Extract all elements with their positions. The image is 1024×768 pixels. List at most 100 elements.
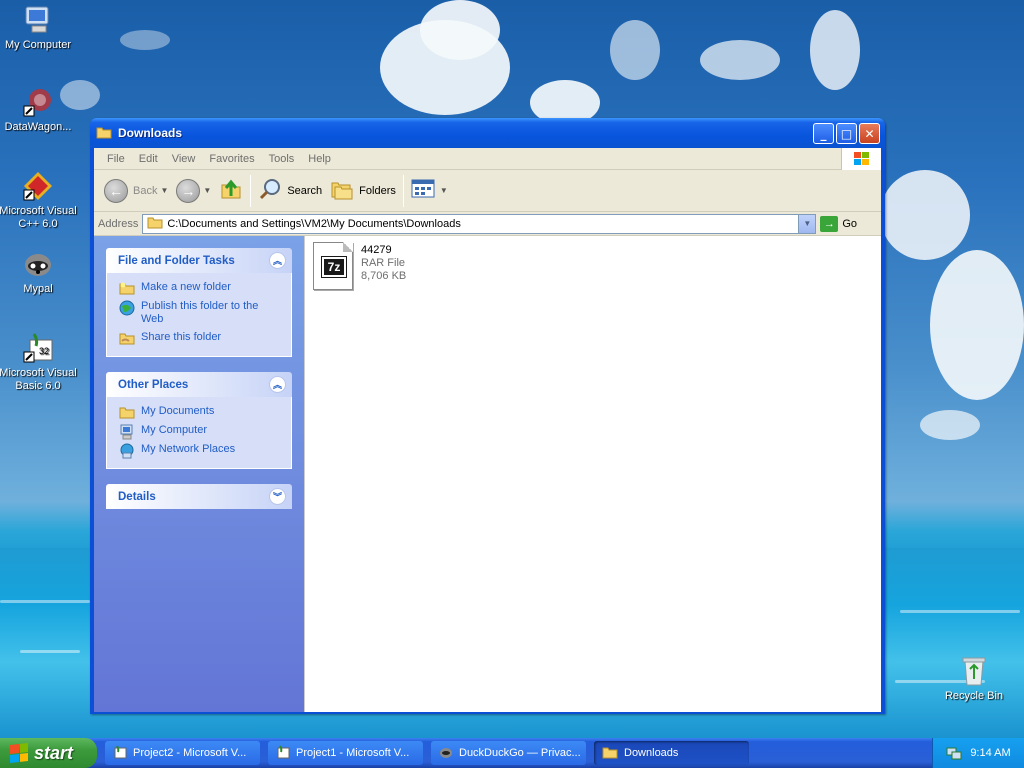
visual-basic-icon: 32: [22, 332, 54, 364]
new-folder-icon: [119, 281, 135, 295]
menu-edit[interactable]: Edit: [132, 153, 165, 165]
file-type: RAR File: [361, 257, 406, 269]
go-button[interactable]: → Go: [820, 215, 877, 232]
close-icon: ✕: [864, 126, 875, 141]
toolbar-divider: [250, 174, 252, 207]
place-my-network-places[interactable]: My Network Places: [119, 443, 281, 459]
views-icon: [411, 179, 437, 202]
menu-view[interactable]: View: [165, 153, 203, 165]
menu-favorites[interactable]: Favorites: [202, 153, 261, 165]
desktop-icon-mypal[interactable]: Mypal: [0, 248, 78, 296]
svg-text:32: 32: [39, 346, 49, 356]
other-places-panel: Other Places ︽ My Documents My Computer …: [106, 372, 292, 469]
folder-icon: [96, 125, 112, 142]
globe-icon: [119, 300, 135, 316]
task-share-folder[interactable]: Share this folder: [119, 331, 281, 345]
my-computer-icon: [22, 4, 54, 36]
file-folder-tasks-panel: File and Folder Tasks ︽ Make a new folde…: [106, 248, 292, 357]
archive-file-icon: 7z: [313, 242, 353, 290]
address-value: C:\Documents and Settings\VM2\My Documen…: [167, 217, 461, 230]
computer-icon: [119, 424, 135, 440]
windows-flag-icon: [10, 743, 28, 763]
desktop-icon-my-computer[interactable]: My Computer: [0, 4, 78, 52]
task-make-new-folder[interactable]: Make a new folder: [119, 281, 281, 295]
network-tray-icon[interactable]: [946, 744, 962, 763]
menu-file[interactable]: File: [100, 153, 132, 165]
explorer-window: Downloads _ □ ✕ File Edit View Favorites…: [90, 118, 885, 714]
address-bar: Address C:\Documents and Settings\VM2\My…: [94, 212, 881, 236]
up-folder-button[interactable]: [215, 173, 247, 209]
search-button[interactable]: Search: [254, 173, 326, 209]
address-dropdown-button[interactable]: ▼: [798, 214, 816, 233]
visual-basic-icon: [276, 744, 290, 762]
menu-help[interactable]: Help: [301, 153, 338, 165]
desktop-icon-visual-cpp[interactable]: Microsoft Visual C++ 6.0: [0, 170, 78, 231]
address-label: Address: [98, 217, 139, 230]
file-list[interactable]: 7z 44279 RAR File 8,706 KB: [304, 236, 881, 712]
up-folder-icon: [219, 177, 243, 204]
other-places-header[interactable]: Other Places ︽: [106, 372, 292, 397]
maximize-button[interactable]: □: [836, 123, 857, 144]
taskbar-button-project2[interactable]: Project2 - Microsoft V...: [105, 741, 260, 765]
go-arrow-icon: →: [820, 215, 839, 232]
menu-tools[interactable]: Tools: [262, 153, 302, 165]
taskbar: start Project2 - Microsoft V... Project1…: [0, 738, 1024, 768]
mypal-icon: [22, 248, 54, 280]
details-panel: Details ︾: [106, 484, 292, 509]
file-folder-tasks-header[interactable]: File and Folder Tasks ︽: [106, 248, 292, 273]
file-size: 8,706 KB: [361, 270, 407, 282]
folder-icon: [602, 745, 618, 762]
title-bar[interactable]: Downloads _ □ ✕: [90, 118, 885, 148]
file-item[interactable]: 7z 44279 RAR File 8,706 KB: [313, 242, 406, 290]
file-name: 44279: [361, 244, 392, 256]
folders-button[interactable]: Folders: [326, 173, 400, 209]
views-button[interactable]: ▼: [407, 173, 452, 209]
search-icon: [258, 177, 282, 204]
folder-icon: [147, 215, 163, 232]
network-places-icon: [119, 443, 135, 459]
menu-bar: File Edit View Favorites Tools Help: [94, 148, 881, 170]
views-dropdown-icon: ▼: [439, 186, 448, 195]
minimize-icon: _: [820, 126, 827, 141]
system-tray: 9:14 AM: [932, 738, 1024, 768]
task-publish-folder[interactable]: Publish this folder to the Web: [119, 300, 281, 326]
minimize-button[interactable]: _: [813, 123, 834, 144]
visual-cpp-icon: [22, 170, 54, 202]
place-my-documents[interactable]: My Documents: [119, 405, 281, 419]
task-pane: File and Folder Tasks ︽ Make a new folde…: [94, 236, 304, 712]
folders-icon: [330, 177, 354, 204]
start-button[interactable]: start: [0, 738, 97, 768]
forward-arrow-icon: →: [176, 178, 201, 203]
forward-dropdown-icon[interactable]: ▼: [203, 186, 211, 195]
back-button[interactable]: ← Back ▼: [100, 173, 172, 209]
taskbar-button-project1[interactable]: Project1 - Microsoft V...: [268, 741, 423, 765]
back-dropdown-icon[interactable]: ▼: [160, 186, 168, 195]
share-folder-icon: [119, 331, 135, 345]
collapse-chevron-icon[interactable]: ︽: [269, 252, 286, 269]
toolbar-divider: [402, 174, 404, 207]
desktop-icon-recycle-bin[interactable]: Recycle Bin: [934, 655, 1014, 703]
expand-chevron-icon[interactable]: ︾: [269, 488, 286, 505]
mypal-icon: [439, 745, 453, 762]
desktop-icon-datawagon[interactable]: DataWagon...: [0, 86, 78, 134]
datawagon-icon: [22, 86, 54, 118]
recycle-bin-icon: [958, 655, 990, 687]
close-button[interactable]: ✕: [859, 123, 880, 144]
back-arrow-icon: ←: [104, 178, 128, 203]
forward-button[interactable]: → ▼: [172, 173, 215, 209]
collapse-chevron-icon[interactable]: ︽: [269, 376, 286, 393]
taskbar-button-downloads[interactable]: Downloads: [594, 741, 749, 765]
folder-icon: [119, 405, 135, 419]
window-title: Downloads: [118, 126, 183, 140]
place-my-computer[interactable]: My Computer: [119, 424, 281, 440]
windows-logo-icon: [841, 148, 881, 170]
details-header[interactable]: Details ︾: [106, 484, 292, 509]
desktop-icon-visual-basic[interactable]: 32 Microsoft Visual Basic 6.0: [0, 332, 78, 393]
window-content: File and Folder Tasks ︽ Make a new folde…: [94, 236, 881, 712]
taskbar-button-duckduckgo[interactable]: DuckDuckGo — Privac...: [431, 741, 586, 765]
visual-basic-icon: [113, 744, 127, 762]
maximize-icon: □: [840, 126, 853, 141]
clock[interactable]: 9:14 AM: [970, 747, 1010, 759]
address-input[interactable]: C:\Documents and Settings\VM2\My Documen…: [142, 213, 817, 234]
toolbar: ← Back ▼ → ▼ Search Folders ▼: [94, 170, 881, 212]
